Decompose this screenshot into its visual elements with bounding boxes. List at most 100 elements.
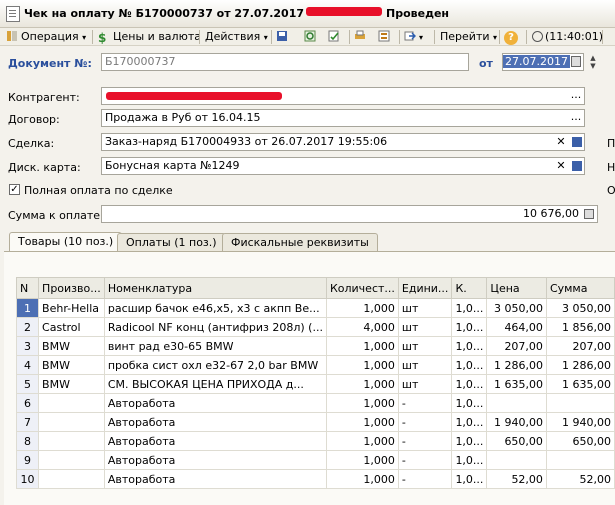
cell: 2 <box>15 317 40 337</box>
prices-currency-button[interactable]: $ Цены и валюта <box>98 29 201 45</box>
cell: - <box>397 393 453 413</box>
operation-icon <box>7 31 17 41</box>
date-field[interactable]: 27.07.2017 <box>502 53 584 71</box>
column-header[interactable]: N <box>15 277 40 299</box>
column-header[interactable]: Цена <box>486 277 547 299</box>
cell: 464,00 <box>486 317 547 337</box>
table-row[interactable]: 4 BMW пробка сист охл е32-67 2,0 bar BMW 1,… <box>15 355 615 375</box>
help-button[interactable]: ? <box>504 29 518 45</box>
structure-button[interactable] <box>378 29 393 45</box>
save-icon <box>277 31 287 41</box>
toolbar-divider <box>526 30 527 44</box>
table-row[interactable]: 5 BMW СМ. ВЫСОКАЯ ЦЕНА ПРИХОДА д... 1,000 шт… <box>15 374 615 394</box>
table-row[interactable]: 7 Авторабота 1,000-1,0... 1 940,00 1 940,00 <box>15 412 615 432</box>
deal-field[interactable]: Заказ-наряд Б170004933 от 26.07.2017 19:… <box>101 133 585 151</box>
table-row[interactable]: 1 Behr-Hella расшир бачок е46,х5, х3 с акп… <box>15 298 615 318</box>
date-spin-button[interactable]: ▲ ▼ <box>588 54 598 70</box>
cell: Radicool NF конц (антифриз 208л) (... <box>103 317 327 337</box>
cell: 1,000 <box>325 298 399 318</box>
column-header[interactable]: Номенклатура <box>103 277 327 299</box>
prices-label: Цены и валюта <box>113 30 201 43</box>
tab-fiscal[interactable]: Фискальные реквизиты <box>222 233 378 251</box>
column-header[interactable]: К. <box>451 277 488 299</box>
table-row[interactable]: 6 Авторабота 1,000-1,0... <box>15 393 615 413</box>
cell: 1,000 <box>325 469 399 489</box>
cell: 1,0... <box>451 336 488 356</box>
contract-field[interactable]: Продажа в Руб от 16.04.15 ... <box>101 109 585 127</box>
cell: Авторабота <box>103 431 327 451</box>
structure-icon <box>378 30 390 42</box>
discount-card-value: Бонусная карта №1249 <box>105 159 240 172</box>
clear-icon[interactable]: ✕ <box>554 159 568 173</box>
window-title-text: Чек на оплату № Б170000737 от 27.07.2017 <box>24 7 305 20</box>
cell: 52,00 <box>486 469 547 489</box>
cell: 1 635,00 <box>545 374 615 394</box>
dropdown-arrow-icon: ▾ <box>82 33 87 42</box>
save-button[interactable] <box>276 29 291 45</box>
calendar-icon[interactable] <box>571 56 581 67</box>
window-title-status: Проведен <box>386 7 450 20</box>
cell: 1 856,00 <box>545 317 615 337</box>
actions-menu[interactable]: Действия ▾ <box>205 29 268 45</box>
cell: 3 <box>15 336 40 356</box>
goto-label: Перейти <box>440 30 490 43</box>
cell: 52,00 <box>545 469 615 489</box>
tab-payments[interactable]: Оплаты (1 поз.) <box>117 233 226 251</box>
cell: - <box>397 450 453 470</box>
goto-menu[interactable]: Перейти ▾ <box>440 29 497 45</box>
time-indicator[interactable]: (11:40:01) <box>532 29 603 45</box>
counterparty-label: Контрагент: <box>8 91 80 104</box>
cell: 1 940,00 <box>486 412 547 432</box>
cell: шт <box>397 355 453 375</box>
table-row[interactable]: 10 Авторабота 1,000-1,0... 52,00 52,00 <box>15 469 615 489</box>
open-icon[interactable] <box>572 137 582 147</box>
cell: 650,00 <box>545 431 615 451</box>
cell <box>545 393 615 413</box>
cell: винт рад е30-65 BMW <box>103 336 327 356</box>
refresh-button[interactable] <box>304 29 319 45</box>
column-header[interactable]: Едини... <box>397 277 453 299</box>
cell <box>486 393 547 413</box>
column-header[interactable]: Сумма <box>545 277 615 299</box>
post-button[interactable] <box>328 29 343 45</box>
discount-card-field[interactable]: Бонусная карта №1249 ✕ <box>101 157 585 175</box>
date-value: 27.07.2017 <box>503 55 570 68</box>
print-icon <box>355 30 365 39</box>
table-row[interactable]: 8 Авторабота 1,000-1,0... 650,00 650,00 <box>15 431 615 451</box>
tab-goods[interactable]: Товары (10 поз.) <box>9 232 123 252</box>
sum-field[interactable]: 10 676,00 <box>101 205 598 223</box>
toolbar-divider <box>92 30 93 44</box>
cell: 1,000 <box>325 393 399 413</box>
table-row[interactable]: 3 BMW винт рад е30-65 BMW 1,000 шт 1,0... 207,… <box>15 336 615 356</box>
cell: шт <box>397 374 453 394</box>
document-number-label: Документ №: <box>8 57 92 70</box>
print-button[interactable] <box>354 29 369 45</box>
navigate-menu[interactable]: ▾ <box>404 29 423 45</box>
operation-menu[interactable]: Операция ▾ <box>6 29 86 45</box>
cell: 1,0... <box>451 412 488 432</box>
open-icon[interactable] <box>572 161 582 171</box>
deal-label: Сделка: <box>8 137 55 150</box>
cell: 1 940,00 <box>545 412 615 432</box>
table-row[interactable]: 9 Авторабота 1,000-1,0... <box>15 450 615 470</box>
document-number-field[interactable]: Б170000737 <box>101 53 469 71</box>
cell: 3 050,00 <box>545 298 615 318</box>
cell: 1,0... <box>451 393 488 413</box>
discount-card-label: Диск. карта: <box>8 161 81 174</box>
column-header[interactable]: Количест... <box>325 277 399 299</box>
full-payment-checkbox[interactable]: ✓ <box>9 184 20 195</box>
toolbar-divider <box>499 30 500 44</box>
toolbar-divider <box>602 30 603 44</box>
cell: 8 <box>15 431 40 451</box>
select-button[interactable]: ... <box>569 89 583 103</box>
counterparty-field[interactable]: ... <box>101 87 585 105</box>
side-label-o: О <box>607 184 615 197</box>
column-header[interactable]: Произво... <box>38 277 105 299</box>
select-button[interactable]: ... <box>569 111 583 125</box>
clear-icon[interactable]: ✕ <box>554 135 568 149</box>
calculator-icon[interactable] <box>584 209 594 219</box>
cell: 1,0... <box>451 298 488 318</box>
cell: 1,000 <box>325 431 399 451</box>
table-row[interactable]: 2 Castrol Radicool NF конц (антифриз 208л)… <box>15 317 615 337</box>
cell: 1,0... <box>451 317 488 337</box>
